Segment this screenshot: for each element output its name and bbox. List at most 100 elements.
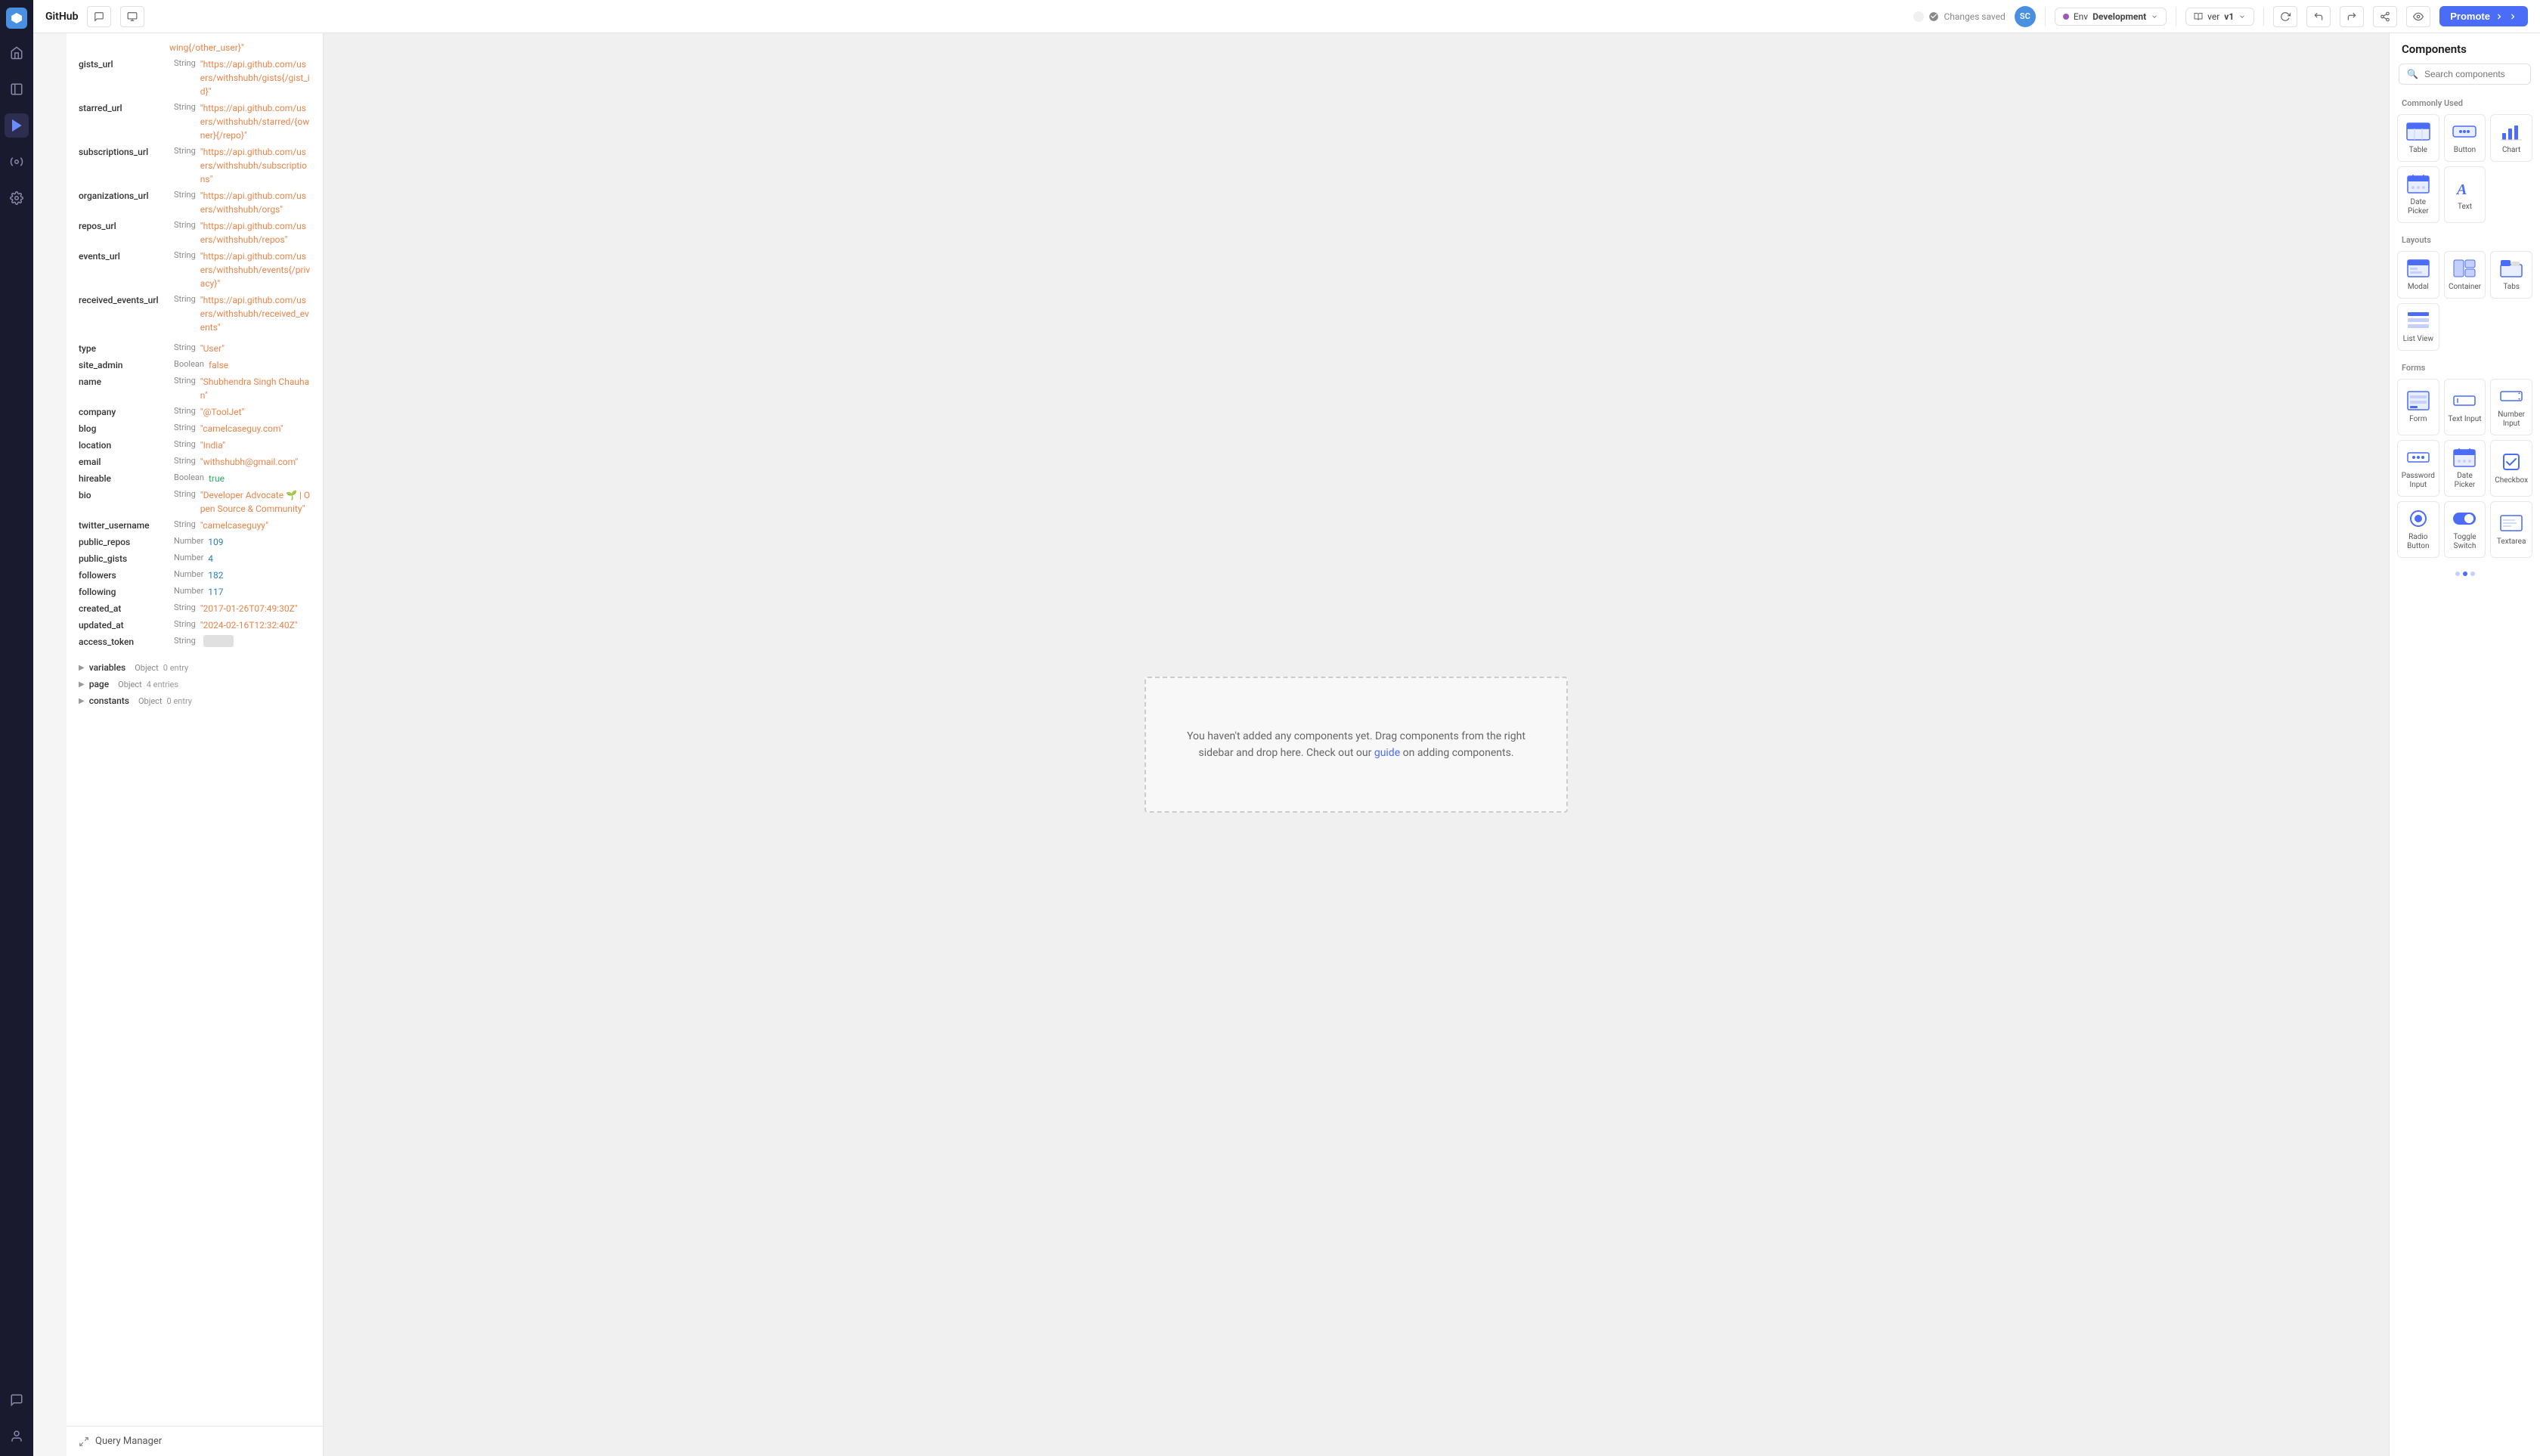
date-picker-common-icon <box>2405 173 2432 194</box>
left-nav <box>0 0 33 1456</box>
header-preview-btn[interactable] <box>120 6 144 27</box>
section-commonly-used-label: Commonly Used <box>2390 94 2540 114</box>
password-input-icon <box>2405 447 2432 468</box>
component-form[interactable]: Form <box>2397 379 2439 435</box>
preview-toggle-btn[interactable] <box>2406 6 2430 27</box>
component-checkbox[interactable]: Checkbox <box>2490 440 2532 497</box>
section-page[interactable]: ▶ page Object 4 entries <box>67 676 323 692</box>
component-date-picker-form[interactable]: Date Picker <box>2444 440 2486 497</box>
canvas-frame[interactable]: You haven't added any components yet. Dr… <box>1145 677 1568 813</box>
textarea-icon <box>2498 513 2525 534</box>
component-tabs[interactable]: Tabs <box>2490 251 2532 299</box>
section-constants[interactable]: ▶ constants Object 0 entry <box>67 692 323 709</box>
version-selector[interactable]: ver v1 <box>2185 8 2254 26</box>
component-button[interactable]: Button <box>2444 114 2486 162</box>
text-icon: A <box>2451 178 2478 199</box>
table-icon <box>2405 121 2432 142</box>
nav-icon-ui-builder[interactable] <box>5 113 29 138</box>
component-table[interactable]: Table <box>2397 114 2439 162</box>
tree-row-created-at: created_at String "2017-01-26T07:49:30Z" <box>67 600 323 617</box>
date-picker-common-label: Date Picker <box>2401 198 2436 216</box>
nav-icon-settings[interactable] <box>5 186 29 210</box>
component-date-picker-common[interactable]: Date Picker <box>2397 166 2439 223</box>
tree-row-starred-url: starred_url String "https://api.github.c… <box>67 100 323 144</box>
chart-icon <box>2498 121 2525 142</box>
radio-button-icon <box>2405 508 2432 529</box>
list-view-icon <box>2405 310 2432 331</box>
component-chart[interactable]: Chart <box>2490 114 2532 162</box>
env-indicator <box>2063 14 2069 20</box>
component-modal[interactable]: Modal <box>2397 251 2439 299</box>
tree-row-twitter: twitter_username String "camelcaseguyy" <box>67 517 323 534</box>
search-input[interactable] <box>2424 69 2540 79</box>
env-selector[interactable]: Env Development <box>2055 8 2167 26</box>
modal-icon <box>2405 258 2432 279</box>
env-label: Env <box>2074 11 2088 22</box>
tree-row-public-repos: public_repos Number 109 <box>67 534 323 550</box>
nav-icon-pages[interactable] <box>5 77 29 101</box>
component-container[interactable]: Container <box>2444 251 2486 299</box>
toggle-switch-label: Toggle Switch <box>2448 533 2483 551</box>
component-text[interactable]: A Text <box>2444 166 2486 223</box>
search-box[interactable]: 🔍 <box>2399 64 2531 85</box>
app-title: GitHub <box>45 11 78 23</box>
component-text-input[interactable]: Text Input <box>2444 379 2486 435</box>
chart-label: Chart <box>2502 146 2520 155</box>
component-password-input[interactable]: Password Input <box>2397 440 2439 497</box>
query-manager-icon <box>79 1436 89 1447</box>
date-picker-form-label: Date Picker <box>2448 472 2483 490</box>
number-input-icon <box>2498 386 2525 407</box>
section-variables[interactable]: ▶ variables Object 0 entry <box>67 659 323 676</box>
nav-icon-chat[interactable] <box>5 1388 29 1412</box>
tree-row-name: name String "Shubhendra Singh Chauhan" <box>67 373 323 404</box>
nav-icon-home[interactable] <box>5 41 29 65</box>
promote-button[interactable]: Promote <box>2439 6 2528 26</box>
redo-btn[interactable] <box>2340 6 2364 27</box>
refresh-btn[interactable] <box>2273 6 2297 27</box>
header: GitHub Changes saved SC Env Development … <box>33 0 2540 33</box>
access-token-masked <box>203 635 234 647</box>
tree-row-site-admin: site_admin Boolean false <box>67 357 323 373</box>
app-logo[interactable] <box>6 8 27 29</box>
modal-label: Modal <box>2408 283 2429 292</box>
ver-label: ver <box>2207 11 2219 22</box>
tree-row: wing{/other_user}" <box>67 39 323 56</box>
right-panel: Components 🔍 Commonly Used Table Button <box>2389 33 2540 1456</box>
share-btn[interactable] <box>2373 6 2397 27</box>
components-title: Components <box>2390 42 2540 64</box>
ver-value: v1 <box>2224 11 2234 22</box>
changes-saved: Changes saved <box>1913 11 2005 22</box>
data-tree: wing{/other_user}" gists_url String "htt… <box>67 33 323 1426</box>
query-manager[interactable]: Query Manager <box>67 1426 323 1456</box>
component-list-view[interactable]: List View <box>2397 303 2439 351</box>
svg-text:A: A <box>2455 181 2467 197</box>
form-icon <box>2405 390 2432 411</box>
tree-row-organizations-url: organizations_url String "https://api.gi… <box>67 187 323 218</box>
component-textarea[interactable]: Textarea <box>2490 501 2532 558</box>
nav-icon-plugins[interactable] <box>5 150 29 174</box>
more-components-icon <box>2455 572 2475 576</box>
tree-row-received-events-url: received_events_url String "https://api.… <box>67 292 323 336</box>
canvas-area[interactable]: You haven't added any components yet. Dr… <box>324 33 2389 1456</box>
left-panel: wing{/other_user}" gists_url String "htt… <box>67 33 324 1456</box>
nav-icon-profile[interactable] <box>5 1424 29 1448</box>
forms-grid: Form Text Input Number Input Password In… <box>2390 379 2540 565</box>
textarea-label: Textarea <box>2497 537 2526 547</box>
radio-button-label: Radio Button <box>2401 533 2436 551</box>
component-radio-button[interactable]: Radio Button <box>2397 501 2439 558</box>
guide-link[interactable]: guide <box>1374 747 1400 759</box>
tree-row-blog: blog String "camelcaseguy.com" <box>67 420 323 437</box>
container-icon <box>2451 258 2478 279</box>
component-toggle-switch[interactable]: Toggle Switch <box>2444 501 2486 558</box>
container-label: Container <box>2449 283 2481 292</box>
header-chat-btn[interactable] <box>87 6 111 27</box>
toggle-switch-icon <box>2451 508 2478 529</box>
undo-btn[interactable] <box>2306 6 2331 27</box>
tree-row-access-token: access_token String <box>67 634 323 650</box>
main-layout: wing{/other_user}" gists_url String "htt… <box>67 33 2540 1456</box>
section-layouts-label: Layouts <box>2390 231 2540 251</box>
section-forms-label: Forms <box>2390 358 2540 379</box>
checkbox-label: Checkbox <box>2495 476 2528 485</box>
component-number-input[interactable]: Number Input <box>2490 379 2532 435</box>
tabs-label: Tabs <box>2503 283 2520 292</box>
